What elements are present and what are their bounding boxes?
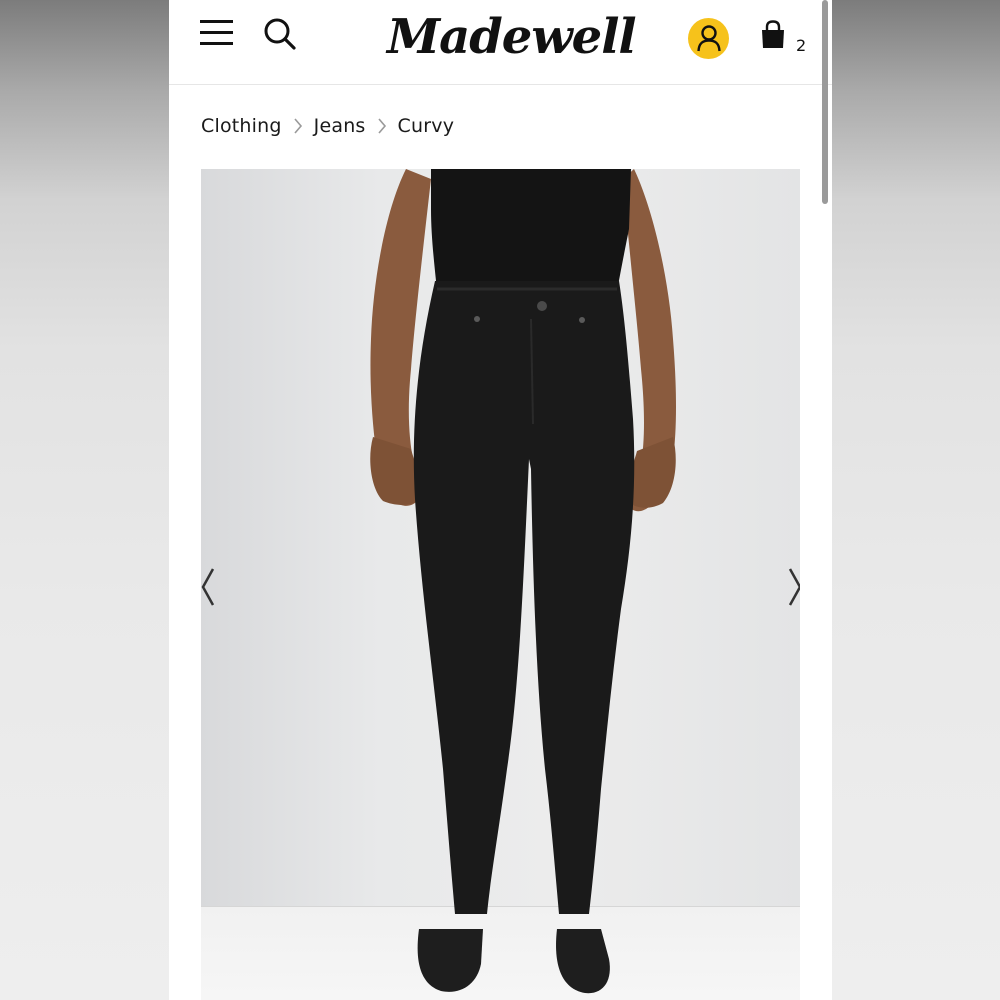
account-icon[interactable] [688,18,729,59]
search-icon[interactable] [263,17,297,51]
chevron-right-icon [282,117,314,135]
mobile-page: Madewell 2 Clothing Jeans Curvy [169,0,832,1000]
menu-icon[interactable] [200,18,234,48]
bag-count-badge: 2 [796,36,807,55]
site-header: Madewell 2 [169,0,832,85]
scrollbar[interactable] [822,0,828,204]
right-background [832,0,1000,1000]
breadcrumb-jeans[interactable]: Jeans [314,115,366,137]
madewell-logo[interactable]: Madewell [387,4,637,70]
left-background [0,0,169,1000]
breadcrumb-clothing[interactable]: Clothing [201,115,282,137]
shopping-bag-icon[interactable] [759,20,787,50]
breadcrumb: Clothing Jeans Curvy [201,111,454,141]
product-photo-model-in-black-jeans [370,169,676,994]
chevron-left-icon[interactable] [201,565,219,609]
chevron-right-icon[interactable] [784,565,800,609]
chevron-right-icon [366,117,398,135]
breadcrumb-curvy[interactable]: Curvy [398,115,455,137]
product-image-carousel[interactable] [201,169,800,1000]
